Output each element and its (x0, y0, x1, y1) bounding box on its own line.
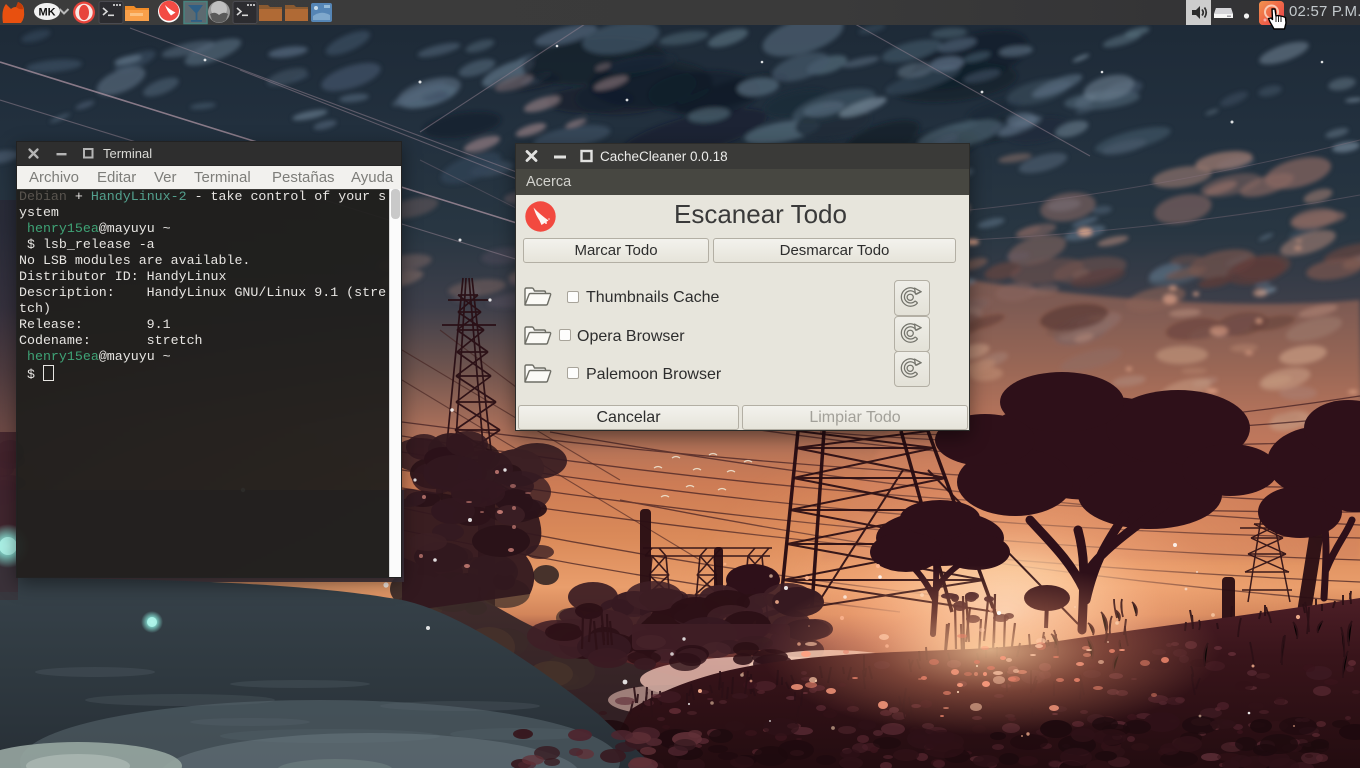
svg-text:MK: MK (38, 7, 55, 19)
